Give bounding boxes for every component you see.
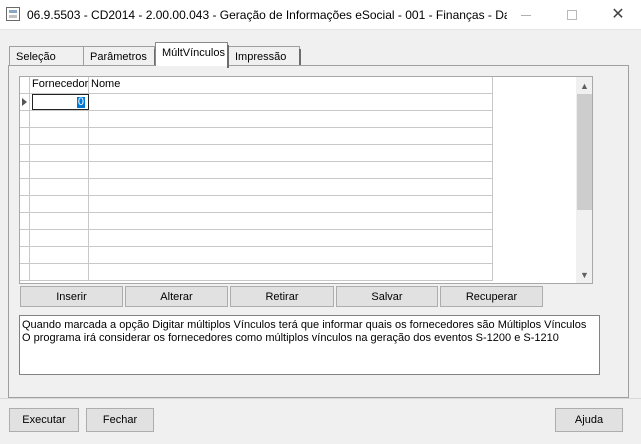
fornecedor-cell[interactable] [30,128,89,144]
execute-button[interactable]: Executar [9,408,79,432]
indicator-header [20,77,30,94]
grid-vertical-scrollbar[interactable]: ▲ ▼ [576,77,592,283]
row-indicator [20,94,30,110]
nome-cell[interactable] [89,213,493,229]
tab-selecao[interactable]: Seleção [9,46,85,69]
nome-cell[interactable] [89,162,493,178]
fornecedor-cell[interactable] [30,213,89,229]
table-row[interactable]: 0 [20,94,493,111]
fornecedores-grid[interactable]: Fornecedor Nome 0 ▲ ▼ [19,76,593,284]
maximize-button[interactable] [549,0,595,30]
column-header-fornecedor[interactable]: Fornecedor [30,77,89,94]
nome-cell[interactable] [89,247,493,263]
grid-header: Fornecedor Nome [20,77,493,94]
close-window-button[interactable]: ✕ [595,0,641,30]
save-button[interactable]: Salvar [336,286,438,307]
table-row[interactable] [20,264,493,281]
nome-cell[interactable] [89,179,493,195]
tab-label: Impressão [235,51,287,63]
grid-body: 0 [20,94,493,281]
table-row[interactable] [20,230,493,247]
info-memo[interactable]: Quando marcada a opção Digitar múltiplos… [19,315,600,375]
nome-cell[interactable] [89,94,493,110]
tab-parametros[interactable]: Parâmetros [83,46,156,69]
nome-cell[interactable] [89,128,493,144]
footer-divider [0,398,641,399]
recover-button[interactable]: Recuperar [440,286,543,307]
table-row[interactable] [20,162,493,179]
fornecedor-value: 0 [76,96,85,108]
table-row[interactable] [20,111,493,128]
tab-label: Parâmetros [90,51,147,63]
help-button[interactable]: Ajuda [555,408,623,432]
minimize-button[interactable] [503,0,549,30]
fornecedor-editor[interactable]: 0 [32,94,89,110]
remove-button[interactable]: Retirar [230,286,334,307]
insert-button[interactable]: Inserir [20,286,123,307]
fornecedor-cell[interactable] [30,247,89,263]
table-row[interactable] [20,247,493,264]
fornecedor-cell[interactable] [30,162,89,178]
fornecedor-cell[interactable] [30,230,89,246]
table-row[interactable] [20,196,493,213]
nome-cell[interactable] [89,111,493,127]
table-row[interactable] [20,179,493,196]
scroll-down-icon[interactable]: ▼ [576,266,592,283]
app-icon [6,7,20,21]
table-row[interactable] [20,128,493,145]
nome-cell[interactable] [89,145,493,161]
edit-button[interactable]: Alterar [125,286,228,307]
column-header-nome[interactable]: Nome [89,77,493,94]
nome-cell[interactable] [89,230,493,246]
fornecedor-cell[interactable] [30,179,89,195]
tab-impressao[interactable]: Impressão [228,46,301,69]
info-line-2: O programa irá considerar os fornecedore… [22,332,559,344]
close-button[interactable]: Fechar [86,408,154,432]
fornecedor-cell[interactable] [30,111,89,127]
window-title: 06.9.5503 - CD2014 - 2.00.00.043 - Geraç… [27,8,507,22]
info-line-1: Quando marcada a opção Digitar múltiplos… [22,319,587,331]
tab-multvinculos[interactable]: MúltVínculos [155,42,229,68]
close-icon: ✕ [611,6,625,23]
scroll-thumb[interactable] [577,94,592,210]
title-bar: 06.9.5503 - CD2014 - 2.00.00.043 - Geraç… [0,0,641,30]
fornecedor-cell[interactable]: 0 [30,94,89,110]
tab-label: MúltVínculos [162,47,225,59]
nome-cell[interactable] [89,264,493,280]
tab-label: Seleção [16,51,56,63]
nome-cell[interactable] [89,196,493,212]
minimize-icon [521,14,531,16]
fornecedor-cell[interactable] [30,145,89,161]
table-row[interactable] [20,145,493,162]
table-row[interactable] [20,213,493,230]
maximize-icon [567,10,577,20]
row-pointer-icon [22,98,27,106]
fornecedor-cell[interactable] [30,264,89,280]
fornecedor-cell[interactable] [30,196,89,212]
scroll-up-icon[interactable]: ▲ [576,77,592,94]
